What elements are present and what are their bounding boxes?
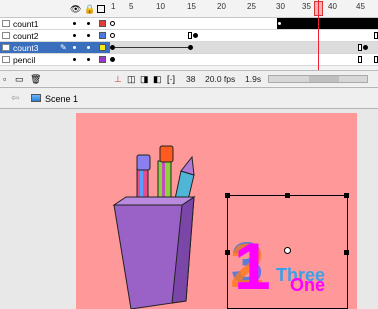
end-frame[interactable] — [358, 44, 362, 51]
delete-layer-icon[interactable]: 🗑 — [30, 74, 41, 85]
layer-header: 👁 🔒 — [0, 0, 110, 18]
keyframe[interactable] — [110, 21, 115, 26]
add-layer-icon[interactable]: ▫ — [3, 74, 6, 84]
frame-rate: 20.0 fps — [205, 74, 236, 84]
edit-multiple-icon[interactable]: ◧ — [153, 74, 162, 85]
ruler-label: 15 — [187, 2, 196, 11]
keyframe[interactable] — [110, 57, 115, 62]
eye-icon[interactable]: 👁 — [70, 4, 81, 14]
layer-icon — [2, 20, 10, 27]
layer-name: count3 — [13, 43, 39, 53]
layer-count2[interactable]: count2 — [0, 30, 110, 42]
frames-count3[interactable] — [110, 42, 378, 54]
keyframe[interactable] — [363, 45, 368, 50]
ruler-label: 10 — [156, 2, 165, 11]
modify-markers-icon[interactable]: [·] — [167, 74, 175, 84]
ruler-label: 45 — [356, 2, 365, 11]
transform-pivot[interactable] — [284, 247, 291, 254]
selection-bounding-box[interactable] — [225, 193, 349, 309]
frame-ruler[interactable]: 1 5 10 15 20 25 30 35 40 45 — [110, 0, 378, 18]
onion-outline-icon[interactable]: ◨ — [140, 74, 149, 85]
ruler-label: 5 — [129, 2, 134, 11]
keyframe[interactable] — [193, 33, 198, 38]
onion-skin-icon[interactable]: ◫ — [127, 74, 136, 85]
frames-pencil[interactable] — [110, 54, 378, 66]
stage-area: 3 2 1 Three One — [0, 109, 378, 309]
lock-dot[interactable] — [87, 34, 90, 37]
ruler-label: 35 — [302, 2, 311, 11]
ruler-label: 20 — [217, 2, 226, 11]
layer-color-swatch[interactable] — [99, 20, 106, 27]
visibility-dot[interactable] — [73, 46, 76, 49]
layer-pencil[interactable]: pencil — [0, 54, 110, 66]
end-frame[interactable] — [374, 56, 378, 63]
pencil-cup[interactable] — [112, 196, 196, 309]
end-frame[interactable] — [374, 32, 378, 39]
stage-canvas[interactable]: 3 2 1 Three One — [76, 113, 357, 309]
frame-span[interactable] — [277, 18, 378, 29]
keyframe[interactable] — [110, 33, 115, 38]
ruler-label: 1 — [111, 2, 116, 11]
lock-dot[interactable] — [87, 22, 90, 25]
layer-color-swatch[interactable] — [99, 44, 106, 51]
layer-count3[interactable]: count3 ✎ — [0, 42, 110, 54]
layer-color-swatch[interactable] — [99, 32, 106, 39]
playhead-line — [318, 0, 319, 76]
lock-icon[interactable]: 🔒 — [84, 4, 95, 14]
visibility-dot[interactable] — [73, 22, 76, 25]
transform-handle[interactable] — [285, 193, 290, 198]
back-arrow-icon[interactable]: ⇦ — [11, 93, 19, 104]
visibility-dot[interactable] — [73, 58, 76, 61]
frames-count1[interactable] — [110, 18, 378, 30]
keyframe[interactable] — [277, 21, 282, 26]
layer-icon — [2, 32, 10, 39]
ruler-label: 30 — [276, 2, 285, 11]
timeline-scrollbar[interactable] — [268, 75, 368, 83]
transform-handle[interactable] — [344, 193, 349, 198]
lock-dot[interactable] — [87, 46, 90, 49]
ruler-label: 25 — [247, 2, 256, 11]
layer-name: count2 — [13, 31, 39, 41]
transform-handle[interactable] — [225, 193, 230, 198]
timeline-panel: 👁 🔒 1 5 10 15 20 25 30 35 40 45 count1 c… — [0, 0, 378, 87]
tween-arrow — [115, 47, 188, 48]
center-frame-icon[interactable]: ⊥ — [114, 74, 122, 85]
current-frame: 38 — [186, 74, 196, 84]
transform-handle[interactable] — [225, 250, 230, 255]
end-frame[interactable] — [188, 32, 192, 39]
transform-handle[interactable] — [344, 250, 349, 255]
layer-color-swatch[interactable] — [99, 56, 106, 63]
visibility-dot[interactable] — [73, 34, 76, 37]
scrollbar-thumb[interactable] — [309, 76, 339, 82]
layer-name: count1 — [13, 19, 39, 29]
scene-breadcrumb[interactable]: Scene 1 — [45, 94, 78, 104]
frames-count2[interactable] — [110, 30, 378, 42]
end-frame[interactable] — [358, 56, 362, 63]
layer-icon — [2, 44, 10, 51]
keyframe[interactable] — [188, 45, 193, 50]
lock-dot[interactable] — [87, 58, 90, 61]
flash-app-window: 👁 🔒 1 5 10 15 20 25 30 35 40 45 count1 c… — [0, 0, 378, 309]
layer-count1[interactable]: count1 — [0, 18, 110, 30]
outline-icon[interactable] — [97, 5, 105, 13]
layer-name: pencil — [13, 55, 36, 65]
layer-icon — [2, 56, 10, 63]
edit-bar: ⇦ Scene 1 — [0, 87, 378, 109]
ruler-label: 40 — [328, 2, 337, 11]
elapsed-time: 1.9s — [245, 74, 262, 84]
add-folder-icon[interactable]: ▭ — [15, 74, 24, 85]
pencil-edit-icon: ✎ — [60, 43, 67, 52]
scene-icon — [31, 94, 41, 102]
timeline-footer: ▫ ▭ 🗑 ⊥ ◫ ◨ ◧ [·] 38 20.0 fps 1.9s — [0, 70, 378, 86]
